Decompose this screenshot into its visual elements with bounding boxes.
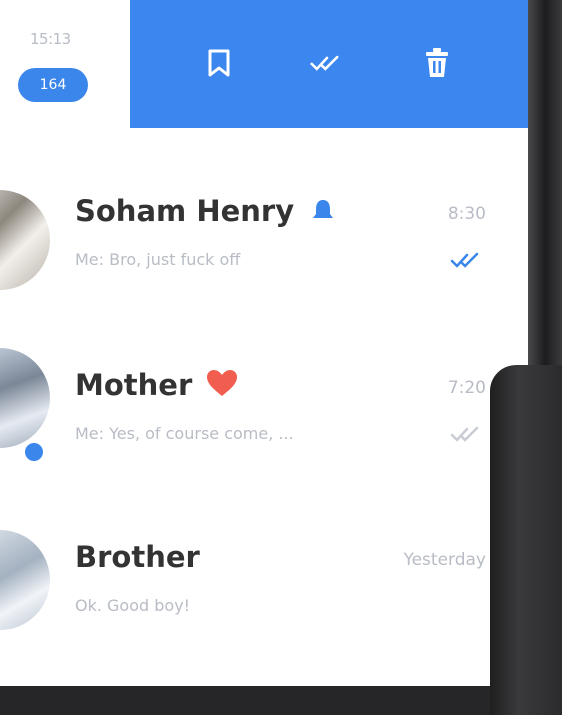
avatar [0,530,50,630]
contact-name: Brother [75,540,200,574]
phone-overlay [490,365,562,715]
bookmark-icon [208,49,230,77]
message-time: 8:30 [447,204,486,224]
trash-icon [426,48,448,77]
double-check-icon [450,426,479,442]
timestamp: 15:13 [30,30,71,48]
bookmark-button[interactable] [202,44,236,82]
chat-row[interactable]: Brother Ok. Good boy! Yesterday [0,468,528,638]
phone-frame-bottom [0,686,562,715]
unread-badge: 164 [18,68,88,102]
avatar [0,348,50,448]
delete-button[interactable] [420,44,454,82]
contact-name: Soham Henry [75,194,336,228]
message-preview: Me: Bro, just fuck off [75,250,241,269]
message-preview: Me: Yes, of course come, ... [75,424,294,443]
contact-name: Mother [75,368,238,402]
heart-icon [207,370,238,396]
selected-row-meta: 15:13 164 [0,0,130,128]
phone-frame-edge [528,0,562,365]
message-time: 7:20 [447,378,486,398]
message-time: Yesterday [403,550,486,570]
mark-read-button[interactable] [310,44,344,82]
avatar [0,190,50,290]
message-preview: Ok. Good boy! [75,596,191,615]
double-check-icon [450,252,479,268]
chat-row[interactable]: Soham Henry Me: Bro, just fuck off 8:30 [0,128,528,298]
chat-list-screen: 15:13 164 Soham Henry Me: Bro, just fuck… [0,0,528,686]
swipe-action-bar [130,0,528,128]
chat-row[interactable]: Mother Me: Yes, of course come, ... 7:20 [0,298,528,468]
bell-icon [313,200,334,218]
online-indicator [22,440,46,464]
double-check-icon [310,55,339,71]
